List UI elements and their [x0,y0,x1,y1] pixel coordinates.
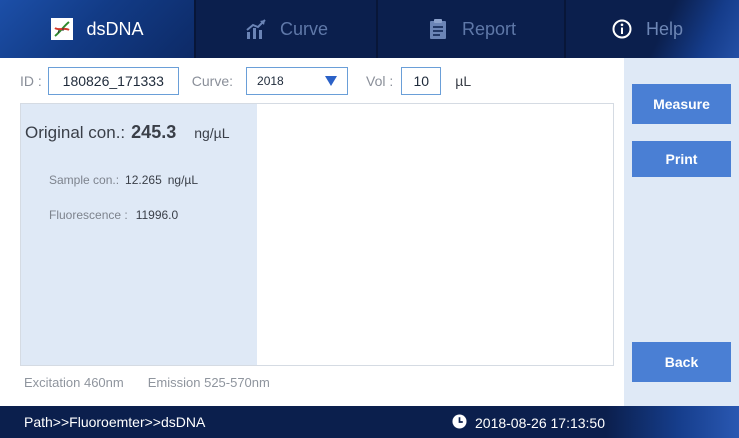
curve-label: Curve: [191,73,234,89]
dna-icon [50,17,74,41]
tab-curve-label: Curve [279,18,328,39]
original-value: 245.3 [131,122,177,142]
datetime-text: 2018-08-26 17:13:50 [475,415,605,431]
breadcrumb: Path>>Fluoroemter>>dsDNA [24,414,206,430]
id-field[interactable]: 180826_171333 [47,67,179,95]
id-value: 180826_171333 [62,73,164,89]
tab-report[interactable]: Report [378,0,564,58]
original-concentration: Original con.: 245.3 ng/µL [25,122,230,143]
original-label: Original con.: [25,123,126,142]
status-bar: Path>>Fluoroemter>>dsDNA 2018-08-26 17:1… [0,406,739,438]
vol-label: Vol : [366,73,394,89]
measure-button[interactable]: Measure [632,84,731,124]
chart-icon [244,17,268,41]
tab-dsdna[interactable]: dsDNA [0,0,194,58]
sample-unit: ng/µL [167,173,199,187]
curve-value: 2018 [257,74,284,88]
sample-label: Sample con.: [49,173,120,187]
fluorescence-value: 11996.0 [135,208,179,222]
tab-report-label: Report [461,18,517,39]
measure-label: Measure [653,96,710,112]
top-tab-bar: dsDNA Curve Report Help [0,0,739,58]
info-icon [610,17,634,41]
datetime-display: 2018-08-26 17:13:50 [452,414,605,432]
sample-value: 12.265 [125,173,162,187]
back-button[interactable]: Back [632,342,731,382]
fluorescence-label: Fluorescence : [49,208,128,222]
result-panel: Original con.: 245.3 ng/µL Sample con.: 12.… [20,103,614,366]
wavelength-info: Excitation 460nm Emission 525-570nm [24,375,270,390]
back-label: Back [664,354,699,370]
vol-field[interactable]: 10 [401,67,442,95]
tab-curve[interactable]: Curve [196,0,376,58]
original-unit: ng/µL [194,125,230,141]
chevron-down-icon [325,76,338,86]
report-icon [426,17,450,41]
fluorescence: Fluorescence : 11996.0 [49,208,178,222]
parameter-row: ID : 180826_171333 Curve: 2018 Vol : 10 … [20,66,471,96]
clock-icon [452,414,467,432]
curve-select[interactable]: 2018 [246,67,349,95]
tab-help-label: Help [646,18,684,39]
excitation-text: Excitation 460nm [24,375,124,390]
vol-value: 10 [413,73,430,89]
emission-text: Emission 525-570nm [147,375,270,390]
result-values-panel: Original con.: 245.3 ng/µL Sample con.: 12.… [21,104,257,365]
print-label: Print [665,151,698,167]
id-label: ID : [20,73,42,89]
tab-help[interactable]: Help [566,0,739,58]
print-button[interactable]: Print [632,141,731,177]
vol-unit: µL [455,73,472,89]
tab-dsdna-label: dsDNA [86,18,144,39]
action-sidebar: Measure Print Back [624,58,739,406]
sample-concentration: Sample con.: 12.265 ng/µL [49,173,198,187]
